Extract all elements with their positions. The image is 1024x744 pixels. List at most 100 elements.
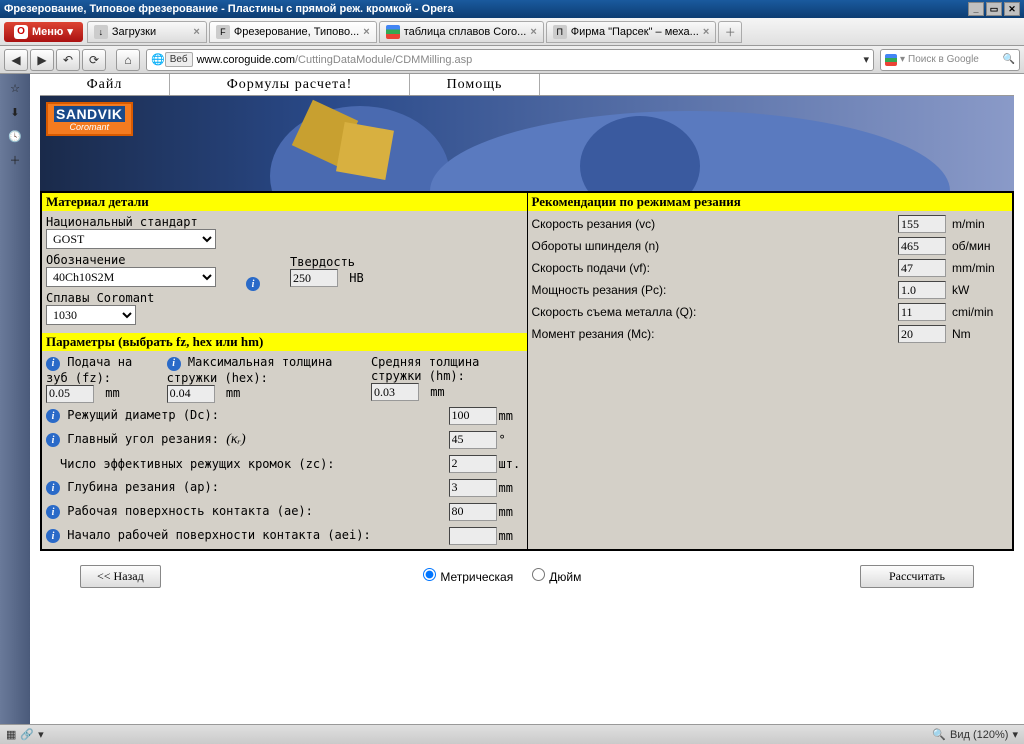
vc-output — [898, 215, 946, 233]
page-icon: П — [553, 25, 567, 39]
hm-label: Средняя толщина стружки (hm): — [371, 355, 479, 383]
ap-input[interactable] — [449, 479, 497, 497]
opera-logo-icon: O — [14, 25, 28, 39]
kr-label: Главный угол резания: — [67, 432, 219, 446]
info-icon[interactable]: i — [46, 409, 60, 423]
download-icon: ↓ — [94, 25, 108, 39]
tab-alloys[interactable]: таблица сплавов Coro... × — [379, 21, 544, 43]
dc-label: Режущий диаметр (Dc): — [67, 408, 219, 422]
browser-tab-bar: O Меню ▾ ↓ Загрузки × F Фрезерование, Ти… — [0, 18, 1024, 46]
close-tab-icon[interactable]: × — [703, 26, 709, 38]
history-icon[interactable]: 🕓 — [7, 128, 23, 144]
chevron-down-icon: ▾ — [67, 25, 73, 38]
n-output — [898, 237, 946, 255]
back-button[interactable]: ◀ — [4, 49, 28, 71]
info-icon[interactable]: i — [46, 481, 60, 495]
minimize-button[interactable]: _ — [968, 2, 984, 16]
maximize-button[interactable]: ▭ — [986, 2, 1002, 16]
browser-toolbar: ◀ ▶ ↶ ⟳ ⌂ 🌐 Веб www.coroguide.com/Cuttin… — [0, 46, 1024, 74]
dropdown-icon[interactable]: ▾ — [863, 53, 869, 66]
url-bar[interactable]: 🌐 Веб www.coroguide.com/CuttingDataModul… — [146, 49, 874, 71]
dc-input[interactable] — [449, 407, 497, 425]
close-tab-icon[interactable]: × — [193, 26, 199, 38]
controls-row: << Назад Метрическая Дюйм Рассчитать — [40, 551, 1014, 588]
new-tab-button[interactable]: ＋ — [718, 21, 742, 43]
zoom-icon[interactable]: 🔍 — [932, 728, 946, 741]
zc-label: Число эффективных режущих кромок (zc): — [60, 457, 335, 471]
star-icon[interactable]: ☆ — [7, 80, 23, 96]
dropdown-icon[interactable]: ▾ — [900, 54, 905, 65]
menu-formulas[interactable]: Формулы расчета! — [170, 74, 410, 95]
window-title: Фрезерование, Типовое фрезерование - Пла… — [4, 3, 453, 15]
vf-output — [898, 259, 946, 277]
reload-button[interactable]: ⟳ — [82, 49, 106, 71]
panel-icon[interactable]: ▦ — [6, 728, 16, 741]
tab-downloads[interactable]: ↓ Загрузки × — [87, 21, 207, 43]
designation-select[interactable]: 40Ch10S2M — [46, 267, 216, 287]
coromant-alloy-select[interactable]: 1030 — [46, 305, 136, 325]
status-bar: ▦ 🔗 ▾ 🔍 Вид (120%) ▾ — [0, 724, 1024, 744]
info-icon[interactable]: i — [46, 505, 60, 519]
hardness-input[interactable] — [290, 269, 338, 287]
add-panel-icon[interactable]: ＋ — [7, 152, 23, 168]
google-icon — [885, 54, 897, 66]
browser-sidebar: ☆ ⬇ 🕓 ＋ — [0, 74, 30, 724]
main-form-table: Материал детали Национальный стандарт GO… — [40, 191, 1014, 551]
back-button[interactable]: << Назад — [80, 565, 161, 588]
inch-radio[interactable] — [532, 568, 545, 581]
chevron-down-icon[interactable]: ▾ — [38, 728, 44, 741]
metric-radio[interactable] — [423, 568, 436, 581]
fz-input[interactable] — [46, 385, 94, 403]
info-icon[interactable]: i — [46, 357, 60, 371]
page-content: Файл Формулы расчета! Помощь SANDVIK Cor… — [30, 74, 1024, 724]
coromant-alloy-label: Сплавы Coromant — [46, 291, 523, 305]
q-label: Скорость съема металла (Q): — [532, 305, 899, 319]
page-icon: F — [216, 25, 230, 39]
chevron-down-icon[interactable]: ▾ — [1012, 728, 1018, 741]
close-button[interactable]: ✕ — [1004, 2, 1020, 16]
aei-label: Начало рабочей поверхности контакта (aei… — [67, 528, 370, 542]
opera-menu-button[interactable]: O Меню ▾ — [4, 22, 83, 42]
ae-input[interactable] — [449, 503, 497, 521]
globe-icon: 🌐 — [151, 53, 165, 66]
ap-label: Глубина резания (ap): — [67, 480, 219, 494]
section-material-header: Материал детали — [42, 193, 527, 211]
tab-parsek[interactable]: П Фирма "Парсек" – меха... × — [546, 21, 717, 43]
calculate-button[interactable]: Рассчитать — [860, 565, 974, 588]
national-standard-select[interactable]: GOST — [46, 229, 216, 249]
rewind-button[interactable]: ↶ — [56, 49, 80, 71]
menu-help[interactable]: Помощь — [410, 74, 540, 95]
search-input[interactable]: ▾ Поиск в Google 🔍 — [880, 49, 1020, 71]
home-button[interactable]: ⌂ — [116, 49, 140, 71]
search-icon[interactable]: 🔍 — [1003, 54, 1015, 65]
tab-milling[interactable]: F Фрезерование, Типово... × — [209, 21, 377, 43]
google-icon — [386, 25, 400, 39]
menu-file[interactable]: Файл — [40, 74, 170, 95]
info-icon[interactable]: i — [46, 529, 60, 543]
close-tab-icon[interactable]: × — [530, 26, 536, 38]
hex-input[interactable] — [167, 385, 215, 403]
section-params-header: Параметры (выбрать fz, hex или hm) — [42, 333, 527, 351]
section-recs-header: Рекомендации по режимам резания — [528, 193, 1013, 211]
forward-button[interactable]: ▶ — [30, 49, 54, 71]
zoom-label: Вид (120%) — [950, 729, 1008, 741]
kr-input[interactable] — [449, 431, 497, 449]
pc-output — [898, 281, 946, 299]
info-icon[interactable]: i — [246, 277, 260, 291]
info-icon[interactable]: i — [46, 433, 60, 447]
info-icon[interactable]: i — [167, 357, 181, 371]
designation-label: Обозначение — [46, 253, 216, 267]
mc-label: Момент резания (Mc): — [532, 327, 899, 341]
aei-input[interactable] — [449, 527, 497, 545]
hm-input[interactable] — [371, 383, 419, 401]
link-icon[interactable]: 🔗 — [20, 728, 34, 741]
banner-image: SANDVIK Coromant — [40, 96, 1014, 191]
zc-input[interactable] — [449, 455, 497, 473]
close-tab-icon[interactable]: × — [363, 26, 369, 38]
q-output — [898, 303, 946, 321]
mc-output — [898, 325, 946, 343]
hex-label: Максимальная толщина стружки (hex): — [167, 355, 333, 385]
download-icon[interactable]: ⬇ — [7, 104, 23, 120]
hardness-label: Твердость — [290, 255, 364, 269]
vf-label: Скорость подачи (vf): — [532, 261, 899, 275]
